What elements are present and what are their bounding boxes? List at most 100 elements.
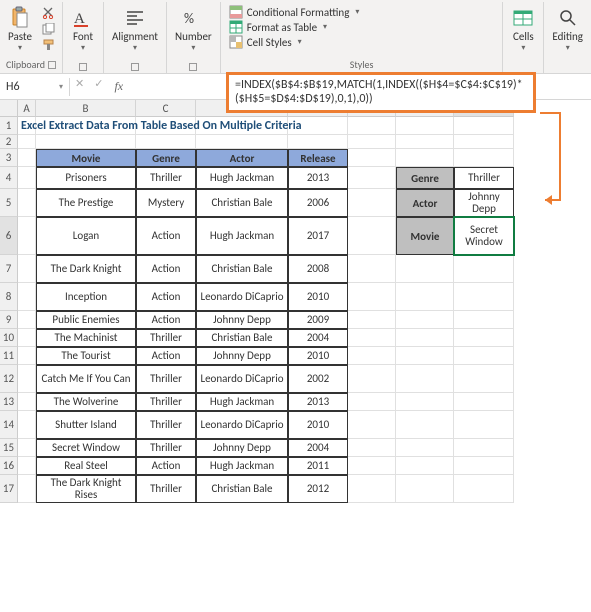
cell[interactable] xyxy=(18,311,36,329)
cell[interactable]: The Tourist xyxy=(36,347,136,365)
cell[interactable]: Christian Bale xyxy=(196,189,288,217)
cell[interactable] xyxy=(396,149,454,167)
cell[interactable] xyxy=(18,439,36,457)
cell[interactable] xyxy=(396,475,454,503)
cell[interactable]: 2008 xyxy=(288,255,348,283)
fx-icon[interactable]: fx xyxy=(108,77,129,96)
format-painter-button[interactable] xyxy=(40,38,58,52)
cell[interactable]: 2011 xyxy=(288,457,348,475)
cell[interactable] xyxy=(454,393,514,411)
row-header-14[interactable]: 14 xyxy=(0,411,18,439)
row-header-11[interactable]: 11 xyxy=(0,347,18,365)
cell[interactable]: Thriller xyxy=(136,167,196,189)
cell[interactable]: Thriller xyxy=(454,167,514,189)
cell[interactable]: Johnny Depp xyxy=(196,439,288,457)
row-header-10[interactable]: 10 xyxy=(0,329,18,347)
number-button[interactable]: % Number ▾ xyxy=(171,4,216,55)
cell[interactable] xyxy=(454,365,514,393)
cell[interactable] xyxy=(18,167,36,189)
cell[interactable]: Action xyxy=(136,283,196,311)
row-header-9[interactable]: 9 xyxy=(0,311,18,329)
cell[interactable] xyxy=(18,347,36,365)
col-header-C[interactable]: C xyxy=(136,100,196,117)
cell[interactable]: Johnny Depp xyxy=(196,311,288,329)
cell[interactable] xyxy=(348,365,396,393)
cell[interactable] xyxy=(18,149,36,167)
cell[interactable]: Movie xyxy=(36,149,136,167)
cell[interactable] xyxy=(348,393,396,411)
active-cell[interactable]: Secret Window xyxy=(454,217,514,255)
cell[interactable]: Shutter Island xyxy=(36,411,136,439)
row-header-3[interactable]: 3 xyxy=(0,149,18,167)
cell[interactable] xyxy=(348,167,396,189)
cell[interactable]: Christian Bale xyxy=(196,329,288,347)
cell[interactable] xyxy=(454,149,514,167)
cell[interactable] xyxy=(348,475,396,503)
cell[interactable]: Leonardo DiCaprio xyxy=(196,411,288,439)
cell[interactable] xyxy=(454,347,514,365)
cell[interactable]: 2004 xyxy=(288,439,348,457)
cell[interactable] xyxy=(454,475,514,503)
cell[interactable]: Hugh Jackman xyxy=(196,217,288,255)
cell[interactable]: Hugh Jackman xyxy=(196,167,288,189)
cell[interactable]: Prisoners xyxy=(36,167,136,189)
cell-styles-button[interactable]: Cell Styles▾ xyxy=(225,35,499,49)
cell[interactable]: Johnny Depp xyxy=(454,189,514,217)
cell[interactable]: Excel Extract Data From Table Based On M… xyxy=(18,117,396,135)
cell[interactable]: Action xyxy=(136,217,196,255)
cell[interactable] xyxy=(18,475,36,503)
cell[interactable]: 2010 xyxy=(288,283,348,311)
col-header-B[interactable]: B xyxy=(36,100,136,117)
cell[interactable] xyxy=(454,329,514,347)
cell[interactable] xyxy=(18,255,36,283)
cell[interactable] xyxy=(396,311,454,329)
select-all-corner[interactable] xyxy=(0,100,18,117)
name-box[interactable]: H6 ▾ xyxy=(0,78,70,96)
cell[interactable]: Actor xyxy=(196,149,288,167)
cell[interactable] xyxy=(396,411,454,439)
cell[interactable]: Inception xyxy=(36,283,136,311)
row-header-6[interactable]: 6 xyxy=(0,217,18,255)
cell[interactable]: 2010 xyxy=(288,347,348,365)
cell[interactable] xyxy=(18,283,36,311)
cell[interactable] xyxy=(348,189,396,217)
cell[interactable]: Secret Window xyxy=(36,439,136,457)
cell[interactable] xyxy=(348,149,396,167)
cell[interactable] xyxy=(348,329,396,347)
cell[interactable] xyxy=(18,365,36,393)
cell[interactable]: 2017 xyxy=(288,217,348,255)
row-header-8[interactable]: 8 xyxy=(0,283,18,311)
cell[interactable]: Thriller xyxy=(136,439,196,457)
cell[interactable] xyxy=(396,393,454,411)
cell[interactable]: The Prestige xyxy=(36,189,136,217)
cut-button[interactable] xyxy=(40,6,58,20)
cell[interactable]: Action xyxy=(136,347,196,365)
cell[interactable]: Action xyxy=(136,255,196,283)
cell[interactable]: Action xyxy=(136,457,196,475)
cell[interactable]: 2004 xyxy=(288,329,348,347)
dialog-launcher-icon[interactable] xyxy=(189,63,197,71)
cell[interactable]: Thriller xyxy=(136,365,196,393)
cell[interactable]: Thriller xyxy=(136,329,196,347)
cell[interactable] xyxy=(348,311,396,329)
cell[interactable]: Johnny Depp xyxy=(196,347,288,365)
cell[interactable] xyxy=(196,135,288,149)
cell[interactable] xyxy=(288,135,348,149)
row-header-1[interactable]: 1 xyxy=(0,117,18,135)
alignment-button[interactable]: Alignment ▾ xyxy=(108,4,162,55)
paste-button[interactable]: Paste ▾ xyxy=(4,4,36,55)
cell[interactable] xyxy=(454,117,514,135)
copy-button[interactable] xyxy=(40,22,58,36)
dialog-launcher-icon[interactable] xyxy=(48,61,56,69)
cell[interactable]: Genre xyxy=(136,149,196,167)
cell[interactable] xyxy=(454,411,514,439)
conditional-formatting-button[interactable]: Conditional Formatting▾ xyxy=(225,5,499,19)
row-header-2[interactable]: 2 xyxy=(0,135,18,149)
cell[interactable] xyxy=(348,347,396,365)
cell[interactable]: Logan xyxy=(36,217,136,255)
row-header-13[interactable]: 13 xyxy=(0,393,18,411)
cell[interactable] xyxy=(348,135,396,149)
cell[interactable]: Genre xyxy=(396,167,454,189)
cell[interactable]: 2009 xyxy=(288,311,348,329)
cell[interactable] xyxy=(136,135,196,149)
